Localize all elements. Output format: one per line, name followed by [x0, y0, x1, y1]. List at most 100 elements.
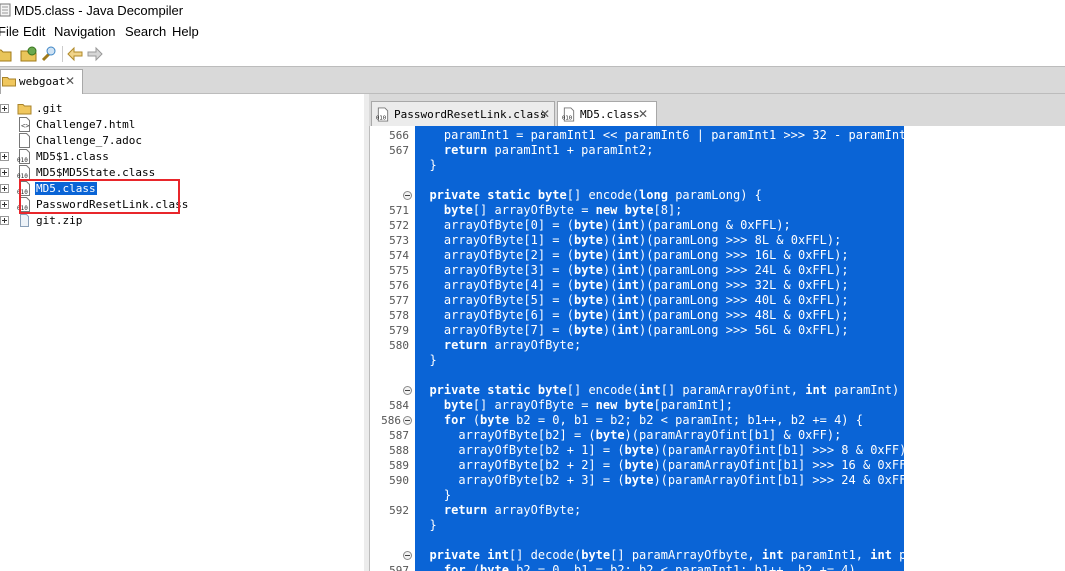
close-icon[interactable]: ✕ [638, 108, 648, 120]
collapse-icon[interactable] [403, 551, 412, 560]
svg-text:010: 010 [376, 116, 386, 122]
tab-label: webgoat [19, 75, 66, 88]
collapse-icon[interactable] [403, 191, 412, 200]
class-file-icon: 010 [376, 107, 389, 122]
expand-icon[interactable] [0, 200, 9, 209]
class-file-icon: 010 [17, 165, 30, 180]
tree-item-challenge7-adoc[interactable]: Challenge_7.adoc [0, 133, 364, 149]
outer-tab-strip: webgoat ✕ [0, 66, 1065, 94]
expand-icon[interactable] [0, 168, 9, 177]
tab-md5-class[interactable]: 010 MD5.class ✕ [557, 101, 657, 126]
collapse-icon[interactable] [403, 386, 412, 395]
class-file-icon: 010 [562, 107, 575, 122]
menu-search[interactable]: Search [125, 24, 166, 39]
line-number: 574 [389, 249, 409, 262]
line-number: 575 [389, 264, 409, 277]
code-line: return arrayOfByte; [443, 503, 582, 517]
line-number: 576 [389, 279, 409, 292]
code-line: private int[] decode(byte[] paramArrayOf… [429, 548, 986, 562]
tree-item-label: MD5$MD5State.class [36, 166, 156, 179]
svg-text:010: 010 [17, 157, 28, 164]
search-tool-icon[interactable] [40, 45, 58, 63]
file-icon [19, 133, 30, 148]
menu-navigation[interactable]: Navigation [54, 24, 115, 39]
code-line: arrayOfByte[b2 + 2] = (byte)(paramArrayO… [458, 458, 921, 472]
code-line: arrayOfByte[1] = (byte)(int)(paramLong >… [443, 233, 842, 247]
code-line: arrayOfByte[7] = (byte)(int)(paramLong >… [443, 323, 849, 337]
red-annotation-box [19, 179, 180, 214]
line-number-gutter: 566 567 571 572 573 574 575 576 577 578 579 580 584 5… [370, 126, 415, 571]
tab-webgoat[interactable]: webgoat ✕ [0, 69, 83, 94]
svg-text:<>: <> [21, 122, 29, 130]
code-line: } [415, 353, 437, 367]
expand-icon[interactable] [0, 184, 9, 193]
tree-item-label: Challenge_7.adoc [36, 134, 142, 147]
toolbar-separator [62, 46, 63, 62]
line-number: 592 [389, 504, 409, 517]
line-number: 566 [389, 129, 409, 142]
toolbar [0, 42, 1065, 66]
folder-icon [17, 104, 32, 115]
tree-item-git-folder[interactable]: .git [0, 101, 364, 117]
line-number: 577 [389, 294, 409, 307]
close-icon[interactable]: ✕ [540, 108, 550, 120]
open-file-icon[interactable] [0, 45, 12, 63]
line-number: 587 [389, 429, 409, 442]
line-number: 597 [389, 564, 409, 571]
code-line: } [415, 158, 437, 172]
code-line: arrayOfByte[0] = (byte)(int)(paramLong &… [443, 218, 791, 232]
code-line: arrayOfByte[3] = (byte)(int)(paramLong >… [443, 263, 849, 277]
line-number: 589 [389, 459, 409, 472]
tab-label: PasswordResetLink.class [394, 108, 547, 121]
code-line: arrayOfByte[5] = (byte)(int)(paramLong >… [443, 293, 849, 307]
tree-item-label: Challenge7.html [36, 118, 136, 131]
forward-arrow-icon[interactable] [86, 45, 104, 63]
expand-icon[interactable] [0, 152, 9, 161]
tree-item-label: git.zip [36, 214, 83, 227]
code-line: byte[] arrayOfByte = new byte[8]; [443, 203, 683, 217]
code-editor[interactable]: 566 567 571 572 573 574 575 576 577 578 579 580 584 5… [369, 126, 1065, 571]
line-number: 580 [389, 339, 409, 352]
svg-text:010: 010 [562, 116, 572, 122]
line-number: 567 [389, 144, 409, 157]
tree-item-label: .git [36, 102, 63, 115]
code-line: arrayOfByte[b2 + 1] = (byte)(paramArrayO… [458, 443, 914, 457]
menu-help[interactable]: Help [172, 24, 199, 39]
line-number: 571 [389, 204, 409, 217]
code-line: arrayOfByte[b2] = (byte)(paramArrayOfint… [458, 428, 842, 442]
code-line: arrayOfByte[2] = (byte)(int)(paramLong >… [443, 248, 849, 262]
expand-icon[interactable] [0, 216, 9, 225]
html-file-icon: <> [19, 117, 30, 132]
line-number: 586 [381, 414, 401, 427]
line-number: 572 [389, 219, 409, 232]
window-title: MD5.class - Java Decompiler [14, 3, 184, 18]
tree-item-label: MD5$1.class [36, 150, 109, 163]
code-line: arrayOfByte[b2 + 3] = (byte)(paramArrayO… [458, 473, 921, 487]
line-number: 588 [389, 444, 409, 457]
code-line: return paramInt1 + paramInt2; [443, 143, 654, 157]
zip-file-icon [20, 214, 29, 227]
tree-item-git-zip[interactable]: git.zip [0, 213, 364, 229]
code-line: return arrayOfByte; [443, 338, 582, 352]
open-type-icon[interactable] [20, 45, 38, 63]
back-arrow-icon[interactable] [66, 45, 84, 63]
code-area[interactable]: paramInt1 = paramInt1 << paramInt6 | par… [415, 126, 1065, 571]
menu-edit[interactable]: Edit [23, 24, 45, 39]
tab-password-reset-link-class[interactable]: 010 PasswordResetLink.class ✕ [371, 101, 555, 126]
line-number: 579 [389, 324, 409, 337]
code-line: paramInt1 = paramInt1 << paramInt6 | par… [415, 128, 921, 142]
menu-file[interactable]: File [0, 24, 19, 39]
code-line: private static byte[] encode(int[] param… [429, 383, 914, 397]
tree-item-challenge7-html[interactable]: <> Challenge7.html [0, 117, 364, 133]
line-number: 573 [389, 234, 409, 247]
java-decompiler-app-icon [0, 3, 11, 17]
code-line: arrayOfByte[6] = (byte)(int)(paramLong >… [443, 308, 849, 322]
code-line: for (byte b2 = 0, b1 = b2; b2 < paramInt… [443, 563, 856, 571]
code-line: private static byte[] encode(long paramL… [429, 188, 762, 202]
expand-icon[interactable] [0, 104, 9, 113]
title-bar: MD5.class - Java Decompiler [0, 0, 1065, 22]
close-icon[interactable]: ✕ [65, 75, 75, 87]
collapse-icon[interactable] [403, 416, 412, 425]
tree-item-md5-1-class[interactable]: 010 MD5$1.class [0, 149, 364, 165]
tab-label: MD5.class [580, 108, 640, 121]
